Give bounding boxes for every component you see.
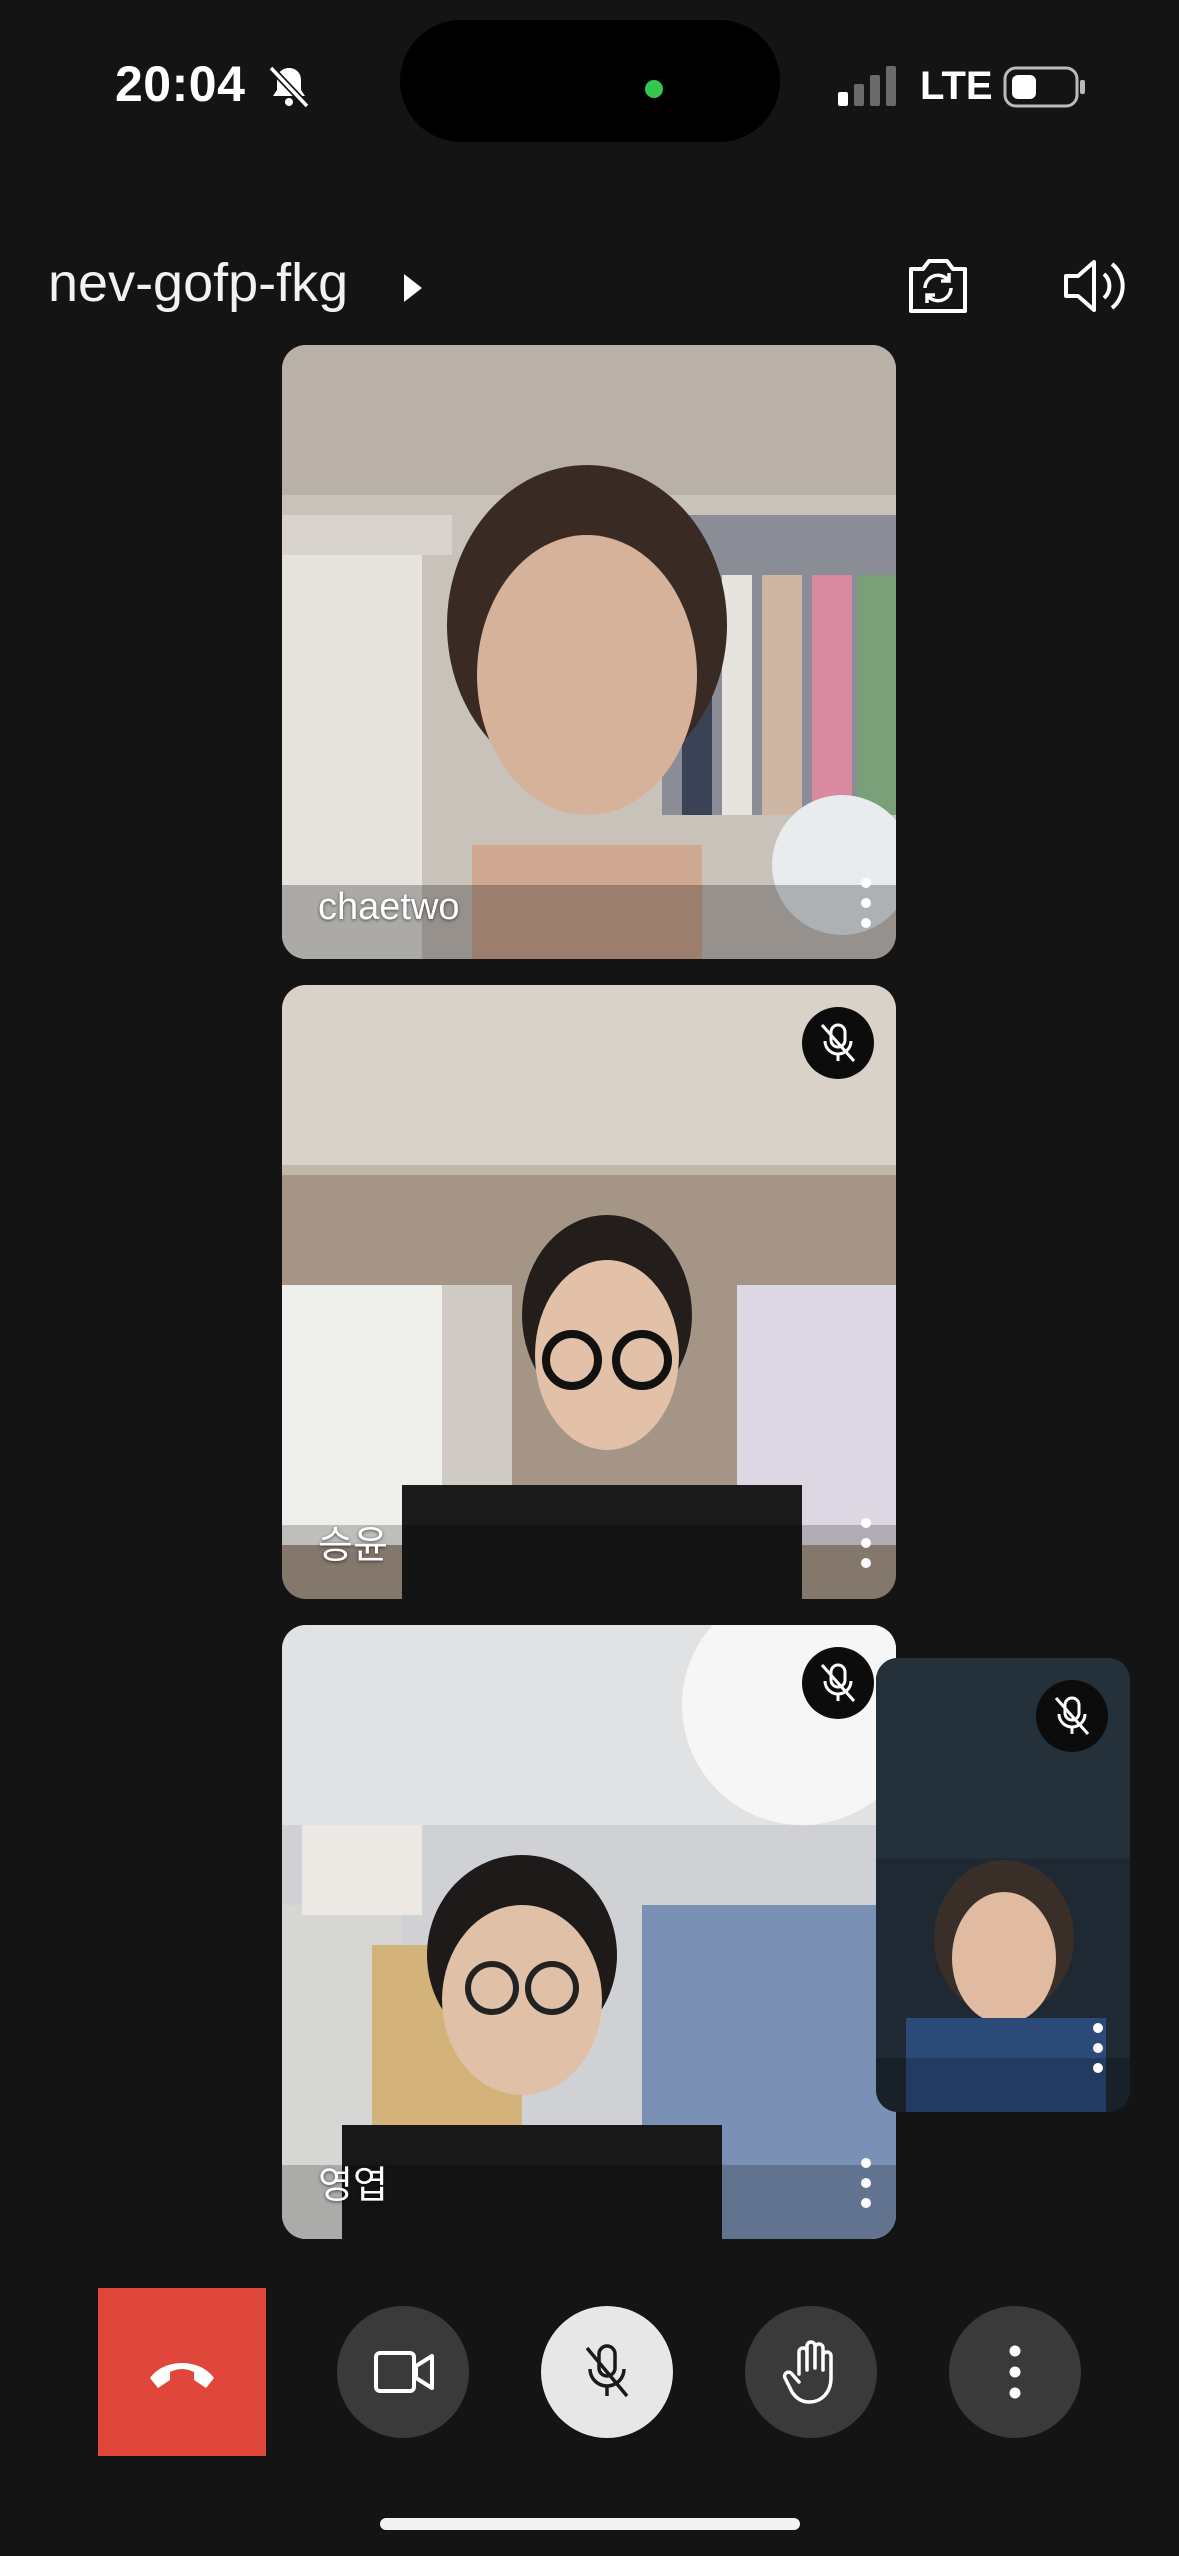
meeting-code[interactable]: nev-gofp-fkg xyxy=(48,252,348,314)
participant-video xyxy=(282,1625,896,2239)
phone-hangup-icon xyxy=(150,2363,214,2388)
bell-slash-icon xyxy=(268,65,310,109)
muted-badge xyxy=(1036,1680,1108,1752)
end-call-button[interactable] xyxy=(98,2288,266,2456)
participant-video xyxy=(282,345,896,959)
caret-right-icon[interactable] xyxy=(402,272,424,304)
participant-video xyxy=(282,985,896,1599)
microphone-button[interactable] xyxy=(541,2306,673,2438)
signal-icon xyxy=(838,66,896,106)
status-time: 20:04 xyxy=(115,56,246,112)
participant-tile[interactable]: chaetwo xyxy=(282,345,896,959)
video-camera-icon xyxy=(374,2351,434,2393)
home-indicator[interactable] xyxy=(380,2518,800,2530)
dynamic-island xyxy=(400,20,780,142)
more-options-icon[interactable] xyxy=(858,2157,874,2209)
camera-in-use-indicator xyxy=(645,80,663,98)
participant-tile[interactable]: 승윤 xyxy=(282,985,896,1599)
camera-button[interactable] xyxy=(337,2306,469,2438)
participant-name: 승윤 xyxy=(318,1525,388,1567)
network-type: LTE xyxy=(920,64,993,108)
participant-name: 영엽 xyxy=(318,2165,388,2207)
muted-badge xyxy=(802,1647,874,1719)
mic-off-icon xyxy=(585,2344,629,2398)
more-vertical-icon xyxy=(1009,2345,1021,2399)
mic-off-icon xyxy=(820,1663,856,1702)
more-options-icon[interactable] xyxy=(858,1517,874,1569)
participant-tile[interactable]: 영엽 xyxy=(282,1625,896,2239)
battery-icon xyxy=(1003,66,1085,108)
participant-name: chaetwo xyxy=(318,886,460,928)
self-view-tile[interactable] xyxy=(876,1658,1130,2112)
muted-badge xyxy=(802,1007,874,1079)
more-options-icon[interactable] xyxy=(1090,2022,1106,2074)
switch-camera-icon[interactable] xyxy=(905,255,971,317)
mic-off-icon xyxy=(820,1023,856,1062)
mic-off-icon xyxy=(1054,1696,1090,1735)
more-options-button[interactable] xyxy=(949,2306,1081,2438)
more-options-icon[interactable] xyxy=(858,877,874,929)
hand-icon xyxy=(782,2340,833,2404)
speaker-icon[interactable] xyxy=(1062,256,1128,316)
raise-hand-button[interactable] xyxy=(745,2306,877,2438)
